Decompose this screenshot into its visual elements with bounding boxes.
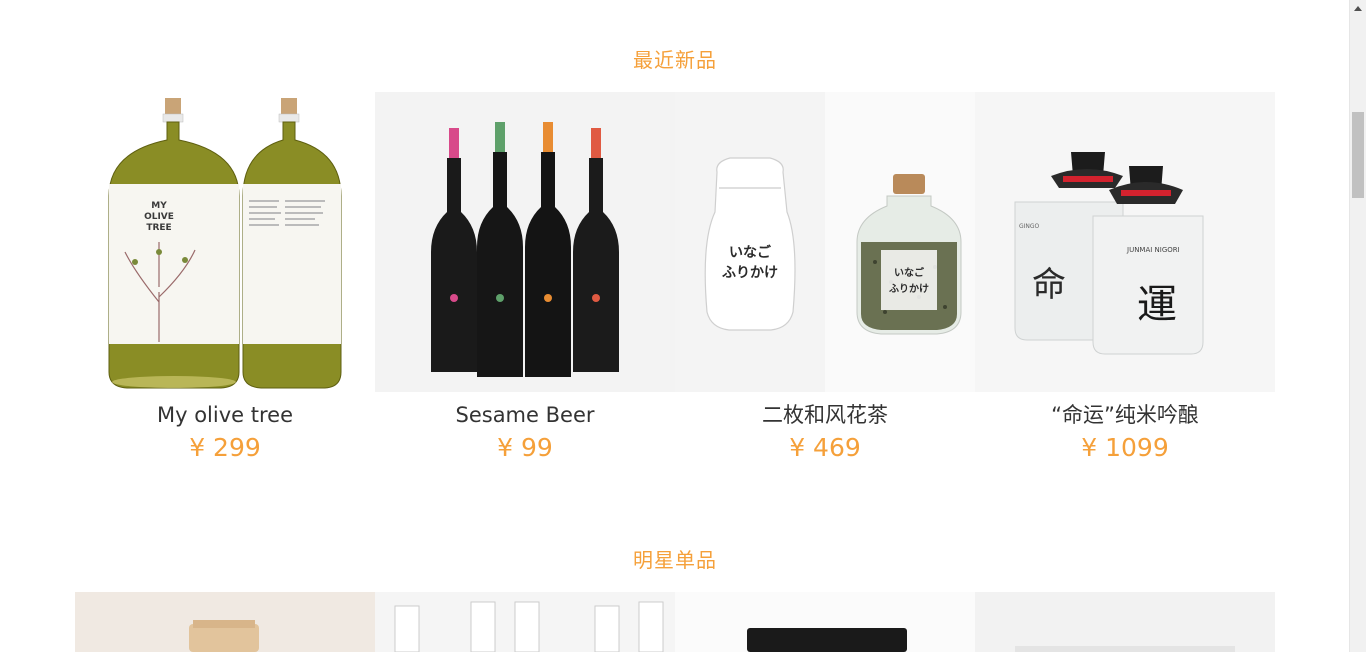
svg-text:ふりかけ: ふりかけ [722, 265, 778, 281]
product-name[interactable]: My olive tree [157, 400, 293, 430]
section-title-recent: 最近新品 [633, 48, 717, 72]
svg-text:運: 運 [1137, 282, 1177, 328]
page: 最近新品 MY OLIVE TREE My olive tree ¥ 299 S… [0, 0, 1350, 652]
product-card[interactable]: いなご ふりかけ いなご ふりかけ 二枚和风花茶 ¥ 469 [675, 92, 975, 464]
product-image-furikake[interactable]: いなご ふりかけ いなご ふりかけ [675, 92, 975, 392]
product-image-sake[interactable]: 命 JUNMAI NIGORI 運 GINGO [975, 92, 1275, 392]
product-image-sesame-beer[interactable] [375, 92, 675, 392]
svg-text:いなご: いなご [729, 244, 772, 261]
product-name[interactable]: 二枚和风花茶 [762, 400, 888, 430]
star-product-image[interactable] [975, 592, 1275, 652]
svg-text:いなご: いなご [894, 266, 925, 279]
section-title-star: 明星单品 [633, 548, 717, 572]
scrollbar-thumb[interactable] [1352, 112, 1364, 198]
svg-text:GINGO: GINGO [1019, 223, 1040, 230]
scroll-up-arrow-icon[interactable] [1350, 0, 1366, 16]
svg-text:JUNMAI NIGORI: JUNMAI NIGORI [1126, 246, 1180, 254]
svg-text:MY: MY [151, 201, 167, 211]
star-products-grid [75, 592, 1275, 652]
svg-text:命: 命 [1032, 265, 1066, 305]
product-card[interactable]: MY OLIVE TREE My olive tree ¥ 299 [75, 92, 375, 464]
product-card[interactable]: Sesame Beer ¥ 99 [375, 92, 675, 464]
product-price: ¥ 469 [789, 433, 861, 462]
recent-products-grid: MY OLIVE TREE My olive tree ¥ 299 Sesame… [75, 92, 1275, 464]
product-price: ¥ 299 [189, 433, 261, 462]
product-image-olive-oil[interactable]: MY OLIVE TREE [75, 92, 375, 392]
product-card[interactable]: 命 JUNMAI NIGORI 運 GINGO “命运”纯米吟酿 ¥ 1099 [975, 92, 1275, 464]
star-product-image[interactable] [375, 592, 675, 652]
product-price: ¥ 99 [497, 433, 553, 462]
svg-text:ふりかけ: ふりかけ [889, 283, 929, 295]
star-product-image[interactable] [675, 592, 975, 652]
star-product-image[interactable] [75, 592, 375, 652]
product-price: ¥ 1099 [1081, 433, 1169, 462]
product-name[interactable]: Sesame Beer [456, 400, 595, 430]
svg-text:OLIVE: OLIVE [144, 212, 174, 222]
product-name[interactable]: “命运”纯米吟酿 [1051, 400, 1199, 430]
svg-text:TREE: TREE [146, 223, 171, 233]
vertical-scrollbar[interactable] [1349, 0, 1366, 652]
